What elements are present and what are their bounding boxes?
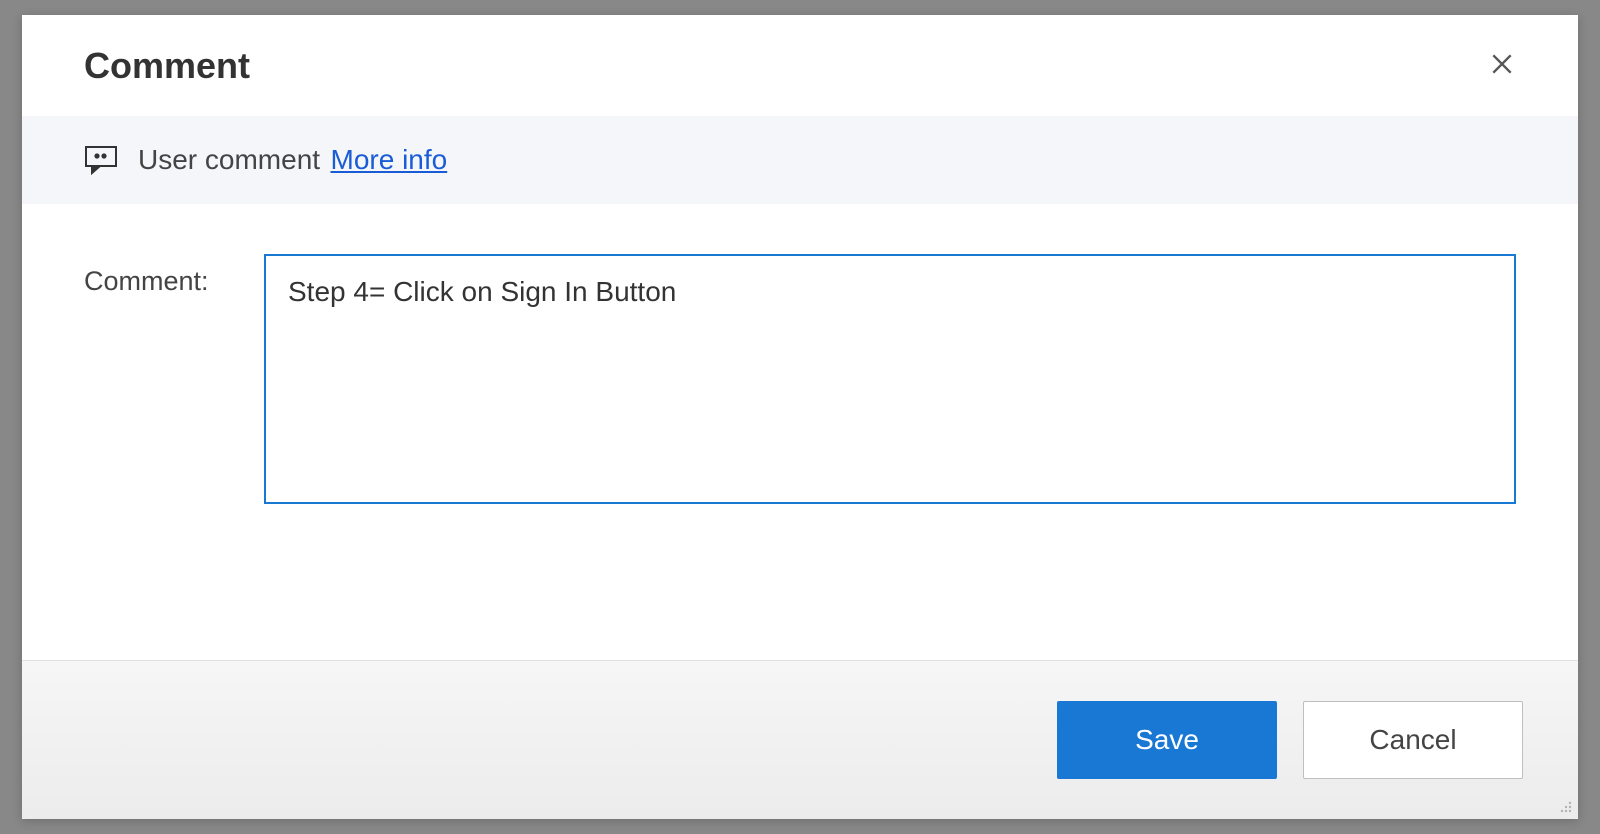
resize-grip-icon[interactable] (1556, 797, 1574, 815)
info-text-container: User comment More info (138, 144, 447, 176)
comment-label: Comment: (84, 254, 224, 297)
dialog-title: Comment (84, 45, 250, 87)
cancel-button[interactable]: Cancel (1303, 701, 1523, 779)
form-body: Comment: (22, 204, 1578, 660)
info-label: User comment (138, 144, 320, 175)
comment-dialog: Comment User comment More info Comme (22, 15, 1578, 819)
close-button[interactable] (1481, 43, 1523, 88)
info-bar: User comment More info (22, 116, 1578, 204)
more-info-link[interactable]: More info (331, 144, 448, 175)
dialog-footer: Save Cancel (22, 660, 1578, 819)
save-button[interactable]: Save (1057, 701, 1277, 779)
close-icon (1489, 51, 1515, 80)
comment-bubble-icon (84, 145, 118, 175)
comment-textarea[interactable] (264, 254, 1516, 504)
dialog-header: Comment (22, 15, 1578, 116)
